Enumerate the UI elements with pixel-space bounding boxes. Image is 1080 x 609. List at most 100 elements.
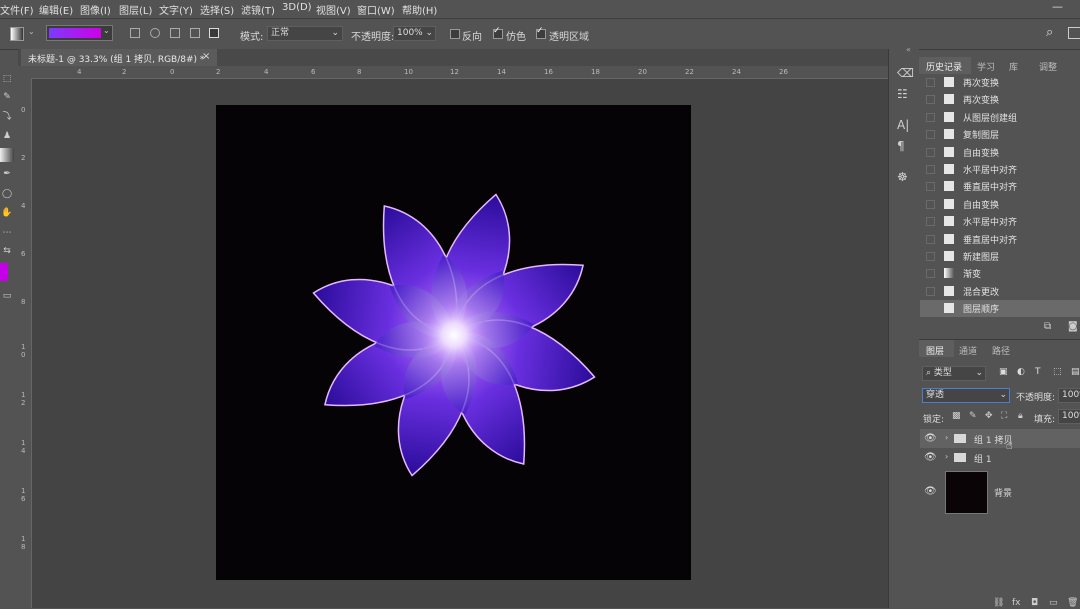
menu-edit[interactable]: 编辑(E): [39, 2, 73, 17]
menu-layer[interactable]: 图层(L): [119, 2, 152, 17]
history-snapshot-checkbox[interactable]: [926, 269, 935, 279]
history-item[interactable]: 水平居中对齐: [920, 213, 1080, 230]
history-snapshot-checkbox[interactable]: [926, 252, 935, 261]
history-item[interactable]: 渐变: [920, 265, 1080, 282]
chevron-down-icon[interactable]: ⌄: [28, 27, 35, 36]
paragraph-icon[interactable]: ¶: [897, 139, 905, 153]
tab-learn[interactable]: 学习: [977, 60, 995, 73]
chevron-right-icon[interactable]: ›: [945, 452, 948, 461]
brush-icon[interactable]: ✎: [0, 90, 14, 104]
diamond-gradient-icon[interactable]: [209, 28, 219, 38]
history-item[interactable]: 自由变换: [920, 196, 1080, 213]
tab-adjustments[interactable]: 调整: [1039, 60, 1057, 73]
add-style-icon[interactable]: fx: [1012, 598, 1021, 608]
history-snapshot-checkbox[interactable]: [926, 78, 935, 87]
filter-adjustment-icon[interactable]: ◐: [1017, 367, 1025, 377]
menu-select[interactable]: 选择(S): [200, 2, 234, 17]
history-snapshot-checkbox[interactable]: [926, 286, 935, 296]
opacity-input[interactable]: 100% ⌄: [393, 26, 436, 41]
menu-filter[interactable]: 滤镜(T): [241, 2, 275, 17]
history-item[interactable]: 水平居中对齐: [920, 161, 1080, 178]
filter-smart-object-icon[interactable]: ▤: [1071, 367, 1080, 377]
lock-all-icon[interactable]: 🔒︎: [1018, 411, 1023, 421]
menu-file[interactable]: 文件(F): [0, 2, 34, 17]
linear-gradient-icon[interactable]: [130, 28, 140, 38]
lock-artboard-icon[interactable]: ⛶: [1001, 411, 1007, 421]
angle-gradient-icon[interactable]: [170, 28, 180, 38]
pen-icon[interactable]: ✒: [0, 167, 14, 181]
history-item[interactable]: 自由变换: [920, 144, 1080, 161]
lock-image-icon[interactable]: ✎: [969, 411, 977, 421]
layer-row-group-copy[interactable]: 👁︎ › 组 1 拷贝: [920, 429, 1080, 448]
hand-icon[interactable]: ✋: [0, 206, 14, 220]
history-item[interactable]: 混合更改: [920, 283, 1080, 300]
menu-window[interactable]: 窗口(W): [357, 2, 395, 17]
tab-libraries[interactable]: 库: [1009, 60, 1018, 73]
menu-type[interactable]: 文字(Y): [159, 2, 193, 17]
tab-paths[interactable]: 路径: [992, 344, 1010, 357]
minimize-icon[interactable]: —: [1052, 0, 1063, 13]
layer-name[interactable]: 背景: [994, 486, 1012, 499]
history-snapshot-checkbox[interactable]: [926, 217, 935, 227]
add-mask-icon[interactable]: ◘: [1031, 598, 1038, 608]
dither-checkbox[interactable]: [493, 26, 503, 39]
filter-type-icon[interactable]: T: [1035, 367, 1041, 377]
marquee-icon[interactable]: ⬚: [0, 72, 14, 86]
history-snapshot-checkbox[interactable]: [926, 95, 935, 105]
new-group-icon[interactable]: ▭: [1049, 598, 1058, 608]
history-icon[interactable]: ⌫: [897, 66, 914, 80]
filter-pixel-icon[interactable]: ▣: [999, 367, 1008, 377]
history-snapshot-checkbox[interactable]: [926, 199, 935, 209]
history-item[interactable]: 图层顺序: [920, 300, 1080, 318]
gradient-tool-icon[interactable]: [0, 148, 14, 162]
history-item[interactable]: 垂直居中对齐: [920, 231, 1080, 248]
history-snapshot-checkbox[interactable]: [926, 130, 935, 140]
layer-name[interactable]: 组 1: [974, 452, 992, 465]
menu-help[interactable]: 帮助(H): [402, 2, 437, 17]
menu-3d[interactable]: 3D(D): [282, 2, 312, 13]
workspace-icon[interactable]: [1068, 27, 1080, 39]
history-item[interactable]: 再次变换: [920, 74, 1080, 91]
collapse-icon[interactable]: «: [906, 45, 911, 54]
visibility-eye-icon[interactable]: 👁︎: [924, 486, 937, 497]
history-item[interactable]: 新建图层: [920, 248, 1080, 265]
link-layers-icon[interactable]: ⛓: [993, 598, 1004, 608]
adjustments-icon[interactable]: ☷: [897, 87, 908, 101]
fill-input[interactable]: 100%: [1058, 409, 1080, 424]
visibility-eye-icon[interactable]: 👁︎: [924, 433, 937, 444]
more-tools-icon[interactable]: ⋯: [0, 226, 14, 240]
layer-opacity-input[interactable]: 100%: [1058, 388, 1080, 403]
lock-transparent-icon[interactable]: ▩: [952, 411, 961, 421]
eyedropper-icon[interactable]: ⤵: [0, 110, 14, 124]
filter-shape-icon[interactable]: ⬚: [1053, 367, 1062, 377]
history-item[interactable]: 复制图层: [920, 126, 1080, 143]
screen-mode-icon[interactable]: ▭: [0, 289, 14, 303]
chevron-right-icon[interactable]: ›: [945, 433, 948, 442]
3d-icon[interactable]: ☸: [897, 170, 908, 184]
history-item[interactable]: 再次变换: [920, 91, 1080, 108]
camera-icon[interactable]: ◙: [1068, 321, 1078, 332]
radial-gradient-icon[interactable]: [150, 28, 160, 38]
ellipse-icon[interactable]: ◯: [0, 187, 14, 201]
mode-select[interactable]: 正常 ⌄: [267, 26, 343, 41]
transparency-checkbox[interactable]: [536, 26, 546, 39]
reflected-gradient-icon[interactable]: [190, 28, 200, 38]
history-snapshot-checkbox[interactable]: [926, 182, 935, 192]
visibility-eye-icon[interactable]: 👁︎: [924, 452, 937, 463]
gradient-tool-icon[interactable]: [10, 27, 24, 41]
history-snapshot-checkbox[interactable]: [926, 112, 935, 122]
document-canvas[interactable]: [216, 105, 691, 580]
swap-colors-icon[interactable]: ⇆: [0, 244, 14, 258]
menu-view[interactable]: 视图(V): [316, 2, 351, 17]
layer-row-group[interactable]: 👁︎ › 组 1: [920, 448, 1080, 467]
delete-layer-icon[interactable]: 🗑︎: [1067, 598, 1078, 608]
close-icon[interactable]: ×: [202, 51, 210, 62]
history-snapshot-checkbox[interactable]: [926, 165, 935, 174]
search-icon[interactable]: ⌕: [1046, 25, 1053, 40]
tab-channels[interactable]: 通道: [959, 344, 977, 357]
history-item[interactable]: 从图层创建组: [920, 109, 1080, 126]
history-snapshot-checkbox[interactable]: [926, 147, 935, 157]
history-item[interactable]: 垂直居中对齐: [920, 178, 1080, 195]
stamp-icon[interactable]: ♟: [0, 129, 14, 143]
history-snapshot-checkbox[interactable]: [926, 234, 935, 244]
